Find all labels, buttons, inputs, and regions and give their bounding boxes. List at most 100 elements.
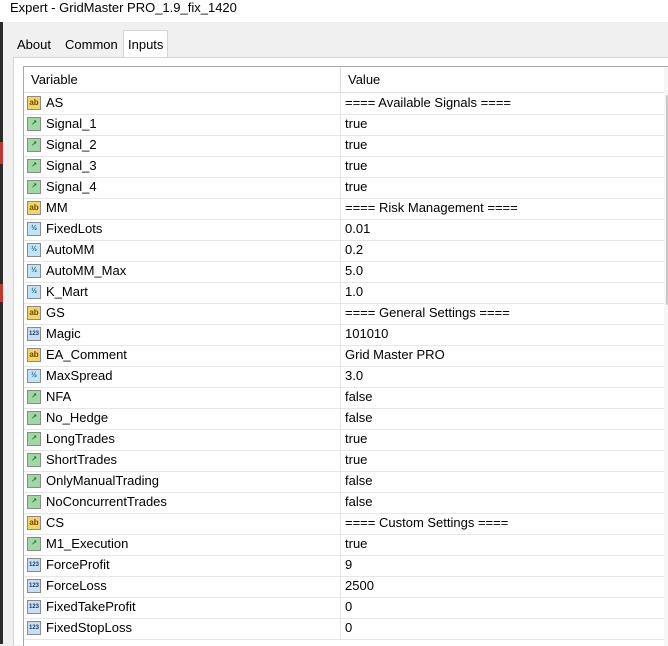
table-row[interactable]: ½ K_Mart 1.0 (24, 282, 664, 304)
variable-value[interactable]: 9 (345, 557, 352, 572)
variable-value[interactable]: Grid Master PRO (345, 347, 445, 362)
variable-name: Signal_1 (46, 116, 97, 131)
ab-string-icon: ab (27, 348, 41, 362)
cell-divider (340, 345, 341, 366)
vertical-scrollbar[interactable] (664, 67, 668, 646)
table-row[interactable]: ab CS ==== Custom Settings ==== (24, 513, 664, 535)
table-row[interactable]: ½ MaxSpread 3.0 (24, 366, 664, 388)
table-row[interactable]: ↗ No_Hedge false (24, 408, 664, 430)
table-row[interactable]: ↗ ShortTrades true (24, 450, 664, 472)
variable-value[interactable]: ==== Available Signals ==== (345, 95, 511, 110)
variable-name: AutoMM (46, 242, 95, 257)
double-icon: ½ (27, 264, 41, 278)
table-row[interactable]: 123 Magic 101010 (24, 324, 664, 346)
table-row[interactable]: 123 FixedTakeProfit 0 (24, 597, 664, 619)
variable-value[interactable]: true (345, 158, 367, 173)
int-icon: 123 (27, 327, 41, 341)
table-row[interactable]: 123 ForceProfit 9 (24, 555, 664, 577)
column-header-variable[interactable]: Variable (31, 72, 78, 87)
tab-inputs[interactable]: Inputs (123, 30, 169, 59)
table-row[interactable]: ↗ Signal_4 true (24, 177, 664, 199)
column-divider[interactable] (340, 67, 341, 92)
table-row[interactable]: ↗ LongTrades true (24, 429, 664, 451)
bool-icon: ↗ (27, 180, 41, 194)
variable-value[interactable]: false (345, 410, 372, 425)
variable-value[interactable]: 0.01 (345, 221, 370, 236)
table-row[interactable]: 123 FixedStopLoss 0 (24, 618, 664, 640)
variable-value[interactable]: ==== Custom Settings ==== (345, 515, 508, 530)
bool-icon: ↗ (27, 537, 41, 551)
variable-value[interactable]: 0 (345, 599, 352, 614)
bool-icon: ↗ (27, 159, 41, 173)
bool-icon: ↗ (27, 390, 41, 404)
grid-header: Variable Value (24, 67, 664, 93)
variable-name: Signal_2 (46, 137, 97, 152)
table-row[interactable]: ↗ OnlyManualTrading false (24, 471, 664, 493)
variable-value[interactable]: ==== General Settings ==== (345, 305, 510, 320)
cell-divider (340, 156, 341, 177)
table-row[interactable]: ab GS ==== General Settings ==== (24, 303, 664, 325)
double-icon: ½ (27, 285, 41, 299)
table-row[interactable]: ↗ NoConcurrentTrades false (24, 492, 664, 514)
variable-value[interactable]: false (345, 494, 372, 509)
variable-value[interactable]: false (345, 473, 372, 488)
variable-value[interactable]: 2500 (345, 578, 374, 593)
cell-divider (340, 597, 341, 618)
variable-name: Signal_3 (46, 158, 97, 173)
table-row[interactable]: 123 ForceLoss 2500 (24, 576, 664, 598)
variable-value[interactable]: 0 (345, 620, 352, 635)
variable-name: FixedTakeProfit (46, 599, 136, 614)
variable-name: EA_Comment (46, 347, 127, 362)
variable-value[interactable]: true (345, 452, 367, 467)
bool-icon: ↗ (27, 411, 41, 425)
column-header-value[interactable]: Value (348, 72, 380, 87)
table-row[interactable]: ↗ Signal_2 true (24, 135, 664, 157)
inputs-panel: Variable Value ab AS ==== Available Signal… (13, 57, 668, 646)
table-row[interactable]: ½ AutoMM_Max 5.0 (24, 261, 664, 283)
bool-icon: ↗ (27, 138, 41, 152)
int-icon: 123 (27, 600, 41, 614)
tab-common[interactable]: Common (61, 34, 122, 56)
table-row[interactable]: ½ FixedLots 0.01 (24, 219, 664, 241)
table-row[interactable]: ↗ NFA false (24, 387, 664, 409)
variable-value[interactable]: true (345, 536, 367, 551)
variable-value[interactable]: false (345, 389, 372, 404)
cell-divider (340, 387, 341, 408)
variable-name: ForceLoss (46, 578, 107, 593)
variable-value[interactable]: true (345, 137, 367, 152)
variable-value[interactable]: true (345, 179, 367, 194)
variable-name: GS (46, 305, 65, 320)
table-row[interactable]: ½ AutoMM 0.2 (24, 240, 664, 262)
cell-divider (340, 93, 341, 114)
table-row[interactable]: ↗ Signal_3 true (24, 156, 664, 178)
cell-divider (340, 324, 341, 345)
table-row[interactable]: ab MM ==== Risk Management ==== (24, 198, 664, 220)
tab-about[interactable]: About (13, 34, 55, 56)
bool-icon: ↗ (27, 117, 41, 131)
ab-string-icon: ab (27, 306, 41, 320)
table-row[interactable]: ↗ Signal_1 true (24, 114, 664, 136)
cell-divider (340, 576, 341, 597)
variable-value[interactable]: 5.0 (345, 263, 363, 278)
inputs-grid: Variable Value ab AS ==== Available Signal… (23, 66, 668, 646)
variable-value[interactable]: 0.2 (345, 242, 363, 257)
variable-value[interactable]: true (345, 431, 367, 446)
variable-value[interactable]: ==== Risk Management ==== (345, 200, 518, 215)
cell-divider (340, 240, 341, 261)
background-marker (0, 142, 3, 164)
ab-string-icon: ab (27, 201, 41, 215)
double-icon: ½ (27, 222, 41, 236)
table-row[interactable]: ab AS ==== Available Signals ==== (24, 93, 664, 115)
cell-divider (340, 282, 341, 303)
variable-value[interactable]: 101010 (345, 326, 388, 341)
table-row[interactable]: ↗ M1_Execution true (24, 534, 664, 556)
variable-name: Signal_4 (46, 179, 97, 194)
variable-value[interactable]: 1.0 (345, 284, 363, 299)
variable-name: K_Mart (46, 284, 88, 299)
int-icon: 123 (27, 579, 41, 593)
table-row[interactable]: ab EA_Comment Grid Master PRO (24, 345, 664, 367)
background-window-edge (0, 22, 3, 644)
variable-value[interactable]: true (345, 116, 367, 131)
variable-value[interactable]: 3.0 (345, 368, 363, 383)
variable-name: AS (46, 95, 64, 110)
